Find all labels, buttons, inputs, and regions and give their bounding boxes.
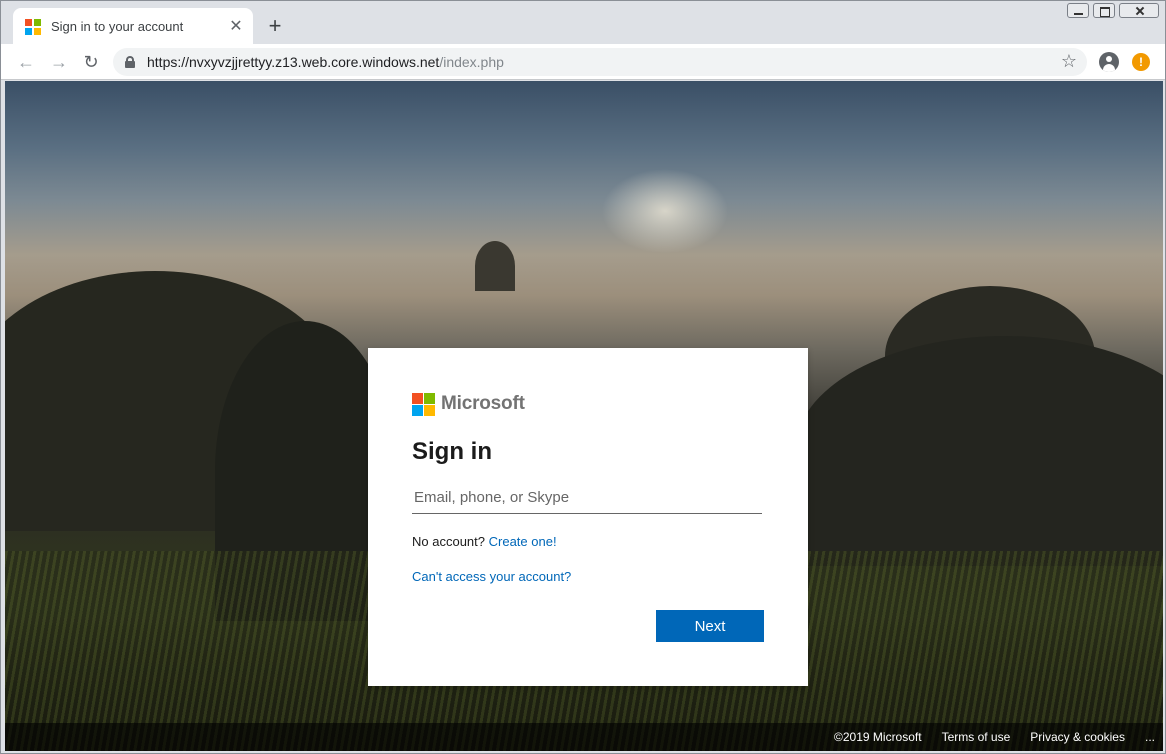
microsoft-logo-icon (412, 392, 435, 416)
window-close-button[interactable] (1119, 3, 1159, 18)
more-options-button[interactable]: ... (1145, 730, 1155, 744)
email-field[interactable] (412, 482, 762, 514)
minimize-button[interactable] (1067, 3, 1089, 18)
new-tab-button[interactable]: + (263, 14, 287, 38)
background-hill (475, 241, 515, 291)
microsoft-wordmark: Microsoft (441, 393, 525, 414)
url-path: /index.php (439, 54, 504, 70)
back-button[interactable]: ← (15, 51, 37, 73)
window-controls (1067, 3, 1159, 18)
terms-of-use-link[interactable]: Terms of use (942, 730, 1011, 744)
alert-icon[interactable]: ! (1132, 53, 1150, 71)
create-account-link[interactable]: Create one! (489, 534, 557, 549)
microsoft-favicon-icon (25, 18, 41, 35)
maximize-button[interactable] (1093, 3, 1115, 18)
bookmark-star-icon[interactable]: ☆ (1061, 51, 1077, 72)
profile-avatar-icon[interactable] (1099, 52, 1119, 72)
sign-in-title: Sign in (412, 438, 492, 465)
sign-in-card: Microsoft Sign in No account? Create one… (368, 348, 808, 686)
tab-sign-in[interactable]: Sign in to your account ✕ (13, 8, 253, 45)
address-bar[interactable]: https://nvxyvzjjrettyy.z13.web.core.wind… (113, 48, 1087, 76)
lock-icon[interactable] (125, 56, 135, 68)
browser-window: Sign in to your account ✕ + ← → ↻ https:… (0, 0, 1166, 754)
forward-button[interactable]: → (48, 51, 70, 73)
next-button[interactable]: Next (656, 610, 764, 642)
no-account-text: No account? (412, 534, 485, 549)
privacy-cookies-link[interactable]: Privacy & cookies (1030, 730, 1125, 744)
reload-button[interactable]: ↻ (80, 51, 102, 73)
cant-access-link[interactable]: Can't access your account? (412, 569, 571, 584)
tab-close-icon[interactable]: ✕ (227, 18, 245, 36)
copyright-text: ©2019 Microsoft (834, 730, 922, 744)
page-footer: ©2019 Microsoft Terms of use Privacy & c… (5, 723, 1163, 751)
background-hill (795, 336, 1163, 566)
tab-title: Sign in to your account (51, 19, 184, 34)
no-account-row: No account? Create one! (412, 534, 764, 549)
microsoft-logo: Microsoft (412, 392, 764, 416)
browser-toolbar: ← → ↻ https://nvxyvzjjrettyy.z13.web.cor… (1, 44, 1165, 80)
url-text[interactable]: https://nvxyvzjjrettyy.z13.web.core.wind… (147, 54, 504, 70)
page-viewport: Microsoft Sign in No account? Create one… (5, 81, 1163, 751)
cant-access-row: Can't access your account? (412, 569, 764, 584)
url-host: https://nvxyvzjjrettyy.z13.web.core.wind… (147, 54, 440, 70)
browser-titlebar: Sign in to your account ✕ + (1, 1, 1165, 45)
